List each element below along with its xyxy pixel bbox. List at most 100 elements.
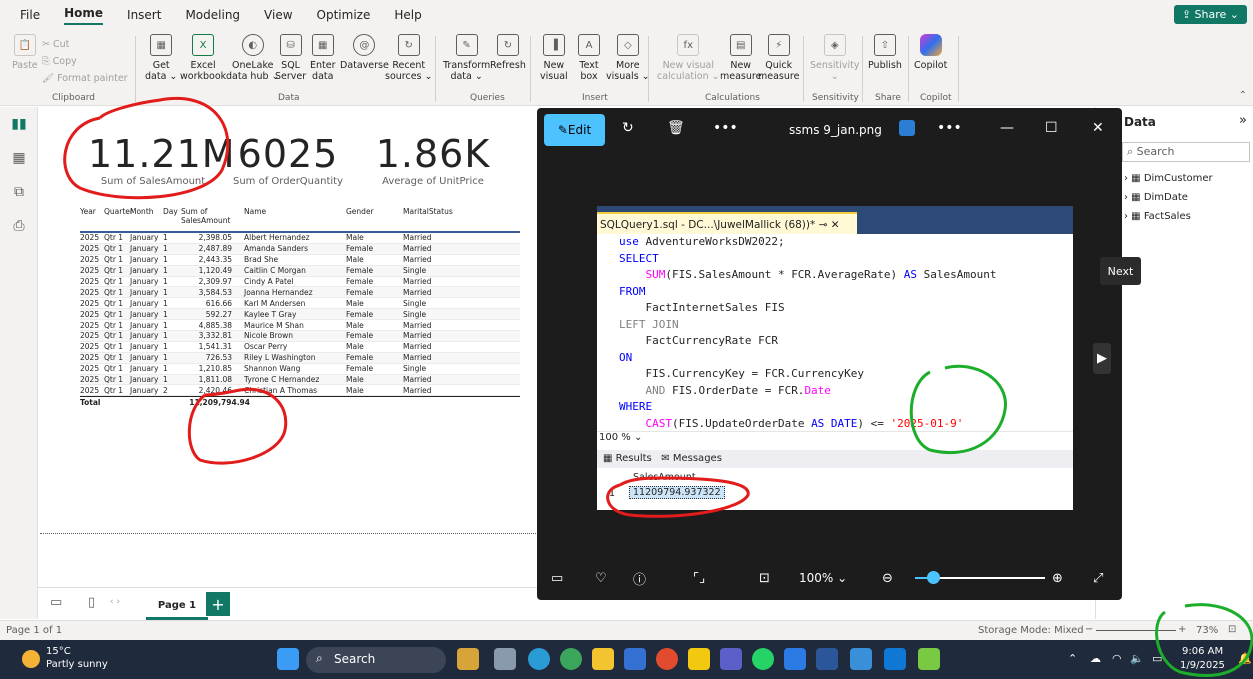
next-arrow-icon[interactable]: ▶ <box>1093 343 1111 374</box>
table-row[interactable]: 2025 Qtr 1 January 1 3,584.53 Joanna Hernande… <box>80 287 520 299</box>
filmstrip-icon[interactable]: ▭ <box>551 571 563 586</box>
excel-workbook-button[interactable]: X Excel workbook <box>180 34 226 82</box>
favorite-icon[interactable]: ♡ <box>595 571 607 586</box>
dataverse-button[interactable]: @ Dataverse <box>340 34 389 71</box>
transform-data-button[interactable]: ✎ Transform data ⌄ <box>443 34 490 82</box>
menu-home[interactable]: Home <box>64 6 104 25</box>
add-page-button[interactable]: + <box>206 592 230 616</box>
menu-optimize[interactable]: Optimize <box>317 8 371 22</box>
zoom-in-icon[interactable]: + <box>1178 624 1186 635</box>
kpi-card-quantity[interactable]: 6025 Sum of OrderQuantity <box>228 132 348 187</box>
paste-button[interactable]: 📋 Paste <box>12 34 38 71</box>
zoom-out-icon[interactable]: ⊖ <box>882 571 893 586</box>
quick-measure-button[interactable]: ⚡ Quick measure <box>758 34 799 82</box>
result-cell[interactable]: 11209794.937322 <box>629 486 725 499</box>
collapse-ribbon-icon[interactable]: ⌃ <box>1239 90 1247 101</box>
photos-icon[interactable] <box>850 648 872 670</box>
chrome-icon[interactable] <box>656 648 678 670</box>
table-row[interactable]: 2025 Qtr 1 January 1 2,487.89 Amanda Sanders F… <box>80 243 520 255</box>
more-visuals-button[interactable]: ◇ More visuals ⌄ <box>606 34 650 82</box>
new-visual-calc-button[interactable]: fx New visual calculation ⌄ <box>657 34 720 82</box>
maximize-icon[interactable]: ☐ <box>1045 120 1058 136</box>
rotate-icon[interactable]: ↻ <box>622 120 634 136</box>
col-header[interactable]: Name <box>236 207 346 216</box>
clock-time[interactable]: 9:06 AM <box>1182 646 1223 657</box>
data-table-factsales[interactable]: › ▦ FactSales <box>1124 211 1191 222</box>
kpi-card-unitprice[interactable]: 1.86K Average of UnitPrice <box>368 132 498 187</box>
new-visual-button[interactable]: ▐ New visual <box>540 34 568 82</box>
menu-view[interactable]: View <box>264 8 292 22</box>
table-row[interactable]: 2025 Qtr 1 January 1 726.53 Riley L Washingto… <box>80 352 520 364</box>
col-header[interactable]: Year <box>80 207 104 216</box>
table-row[interactable]: 2025 Qtr 1 January 2 2,420.46 Christian A Tho… <box>80 385 520 397</box>
store-icon[interactable] <box>624 648 646 670</box>
fit-page-icon[interactable]: ⊡ <box>1228 624 1236 635</box>
col-header[interactable]: MaritalStatus <box>403 207 463 216</box>
delete-icon[interactable]: 🗑 <box>667 120 685 136</box>
recent-sources-button[interactable]: ↻ Recent sources ⌄ <box>385 34 432 82</box>
onedrive-icon[interactable]: ☁ <box>1090 652 1101 665</box>
messages-tab[interactable]: ✉ Messages <box>661 453 722 464</box>
report-view-icon[interactable]: ▮▮ <box>0 107 38 141</box>
sql-server-button[interactable]: ⛁ SQL Server <box>275 34 306 82</box>
table-row[interactable]: 2025 Qtr 1 January 1 3,332.81 Nicole Brown Fem… <box>80 331 520 342</box>
format-painter-button[interactable]: 🖌 Format painter <box>42 70 128 87</box>
app-icon[interactable] <box>918 648 940 670</box>
cut-button[interactable]: ✂ Cut <box>42 36 128 53</box>
notification-icon[interactable]: 🔔 <box>1238 652 1252 665</box>
get-data-button[interactable]: ▦ Get data ⌄ <box>145 34 177 82</box>
editor-zoom[interactable]: 100 % ⌄ <box>597 431 1073 447</box>
tray-chevron-icon[interactable]: ⌃ <box>1068 652 1077 665</box>
menu-modeling[interactable]: Modeling <box>185 8 240 22</box>
results-tab[interactable]: ▦ Results <box>603 453 652 464</box>
zoom-slider-thumb[interactable] <box>927 571 940 584</box>
text-box-button[interactable]: A Text box <box>578 34 600 82</box>
weather-icon[interactable] <box>22 650 40 668</box>
clock-date[interactable]: 1/9/2025 <box>1180 660 1225 671</box>
fullscreen-icon[interactable]: ⤢ <box>1093 571 1103 586</box>
scan-icon[interactable]: ⌜⌟ <box>693 571 705 586</box>
close-icon[interactable]: ✕ <box>1092 120 1104 136</box>
collapse-pane-icon[interactable]: » <box>1239 113 1247 128</box>
new-measure-button[interactable]: ▤ New measure <box>720 34 761 82</box>
model-view-icon[interactable]: ⧉ <box>0 175 38 209</box>
zoom-out-icon[interactable]: − <box>1085 624 1093 635</box>
powerbi-icon[interactable] <box>688 648 710 670</box>
taskbar-search[interactable]: Search <box>306 647 446 673</box>
more-options-icon[interactable]: ••• <box>713 120 738 136</box>
table-row[interactable]: 2025 Qtr 1 January 1 1,811.08 Tyrone C Hernan… <box>80 374 520 386</box>
copy-button[interactable]: ⎘ Copy <box>42 53 128 70</box>
fit-icon[interactable]: ⊡ <box>759 571 770 586</box>
dax-query-view-icon[interactable]: ⎙ <box>0 209 38 243</box>
notepad-icon[interactable] <box>784 648 806 670</box>
menu-file[interactable]: File <box>20 8 40 22</box>
task-view-icon[interactable] <box>494 648 516 670</box>
copilot-button[interactable]: Copilot <box>914 34 947 71</box>
copilot-app-icon[interactable] <box>560 648 582 670</box>
teams-icon[interactable] <box>720 648 742 670</box>
col-header[interactable]: Quarter <box>104 207 133 216</box>
col-header[interactable]: Month <box>130 207 163 216</box>
info-icon[interactable]: ⓘ <box>633 569 646 588</box>
table-row[interactable]: 2025 Qtr 1 January 1 2,309.97 Cindy A Patel Fe… <box>80 277 520 288</box>
table-visual[interactable]: Year Quarter Month Day Sum of SalesAmoun… <box>80 207 520 408</box>
whatsapp-icon[interactable] <box>752 648 774 670</box>
enter-data-button[interactable]: ▦ Enter data <box>310 34 336 82</box>
outlook-icon[interactable] <box>884 648 906 670</box>
desktop-layout-icon[interactable]: ▭ <box>50 595 62 610</box>
menu-insert[interactable]: Insert <box>127 8 161 22</box>
more-icon[interactable]: ••• <box>937 120 962 136</box>
wifi-icon[interactable]: ◠ <box>1112 652 1122 665</box>
data-table-dimcustomer[interactable]: › ▦ DimCustomer <box>1124 173 1213 184</box>
table-row[interactable]: 2025 Qtr 1 January 1 592.27 Kaylee T Gray Fema… <box>80 309 520 321</box>
table-row[interactable]: 2025 Qtr 1 January 1 1,210.85 Shannon Wang Fem… <box>80 364 520 375</box>
app-icon[interactable] <box>457 648 479 670</box>
page-nav-arrows-icon[interactable]: ‹ › <box>110 597 120 607</box>
table-row[interactable]: 2025 Qtr 1 January 1 2,398.05 Albert Hernande… <box>80 233 520 244</box>
onelake-button[interactable]: ◐ OneLake data hub ⌄ <box>226 34 279 82</box>
col-header[interactable]: Day <box>163 207 181 216</box>
table-row[interactable]: 2025 Qtr 1 January 1 4,885.38 Maurice M Shan M… <box>80 320 520 332</box>
battery-icon[interactable]: ▭ <box>1152 652 1162 665</box>
table-row[interactable]: 2025 Qtr 1 January 1 616.66 Karl M Andersen Ma… <box>80 298 520 310</box>
zoom-slider[interactable] <box>1096 630 1176 631</box>
